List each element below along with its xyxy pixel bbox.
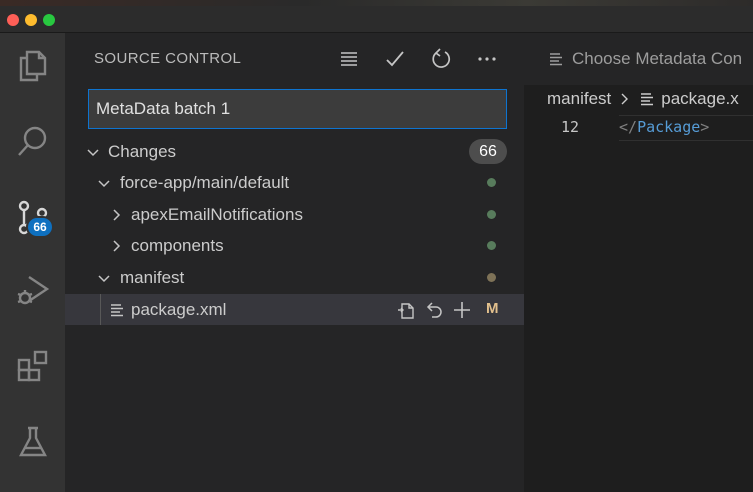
minimize-window-button[interactable] xyxy=(25,14,37,26)
tree-item-label: manifest xyxy=(120,267,185,287)
tree-item-force-app[interactable]: force-app/main/default xyxy=(65,167,524,198)
changes-count-badge: 66 xyxy=(469,139,507,164)
breadcrumb: manifest package.x xyxy=(524,85,753,113)
status-dot xyxy=(487,178,496,187)
run-debug-icon xyxy=(17,276,49,305)
tree-item-label: force-app/main/default xyxy=(120,172,290,192)
stage-changes-icon xyxy=(454,302,470,318)
chevron-right-icon xyxy=(621,93,629,105)
source-control-badge: 66 xyxy=(26,216,54,238)
refresh-icon xyxy=(432,48,451,68)
modified-status: M xyxy=(486,300,499,317)
code-line[interactable]: 12 </Package> xyxy=(524,115,753,141)
breadcrumb-item-manifest[interactable]: manifest xyxy=(547,89,611,109)
tab-bar: Choose Metadata Con xyxy=(524,33,753,85)
activity-run-debug[interactable] xyxy=(0,259,65,321)
sidebar-header: SOURCE CONTROL xyxy=(65,33,524,83)
activity-extensions[interactable] xyxy=(0,335,65,397)
tree-item-label: components xyxy=(131,235,224,255)
status-dot xyxy=(487,241,496,250)
chevron-down-icon xyxy=(98,274,110,282)
commit-button[interactable] xyxy=(381,45,409,73)
editor-area: Choose Metadata Con manifest package.x 1… xyxy=(524,33,753,492)
title-bar xyxy=(0,0,753,33)
discard-changes-icon xyxy=(426,302,442,318)
changes-label: Changes xyxy=(108,141,177,161)
chevron-right-icon xyxy=(113,239,121,252)
chevron-right-icon xyxy=(113,208,121,221)
tab-label: Choose Metadata Con xyxy=(572,49,743,68)
sidebar-title: SOURCE CONTROL xyxy=(94,50,242,67)
chevron-down-icon xyxy=(98,179,110,187)
activity-bar: 66 xyxy=(0,33,65,492)
breadcrumb-item-package-xml[interactable]: package.x xyxy=(661,89,739,109)
line-number: 12 xyxy=(561,118,580,136)
search-icon xyxy=(17,126,46,156)
code-text: </Package> xyxy=(619,118,710,136)
view-as-list-icon xyxy=(341,52,357,66)
activity-explorer[interactable] xyxy=(0,35,65,97)
indent-guide xyxy=(100,294,101,325)
activity-testing[interactable] xyxy=(0,411,65,473)
open-file-icon xyxy=(398,303,414,319)
refresh-button[interactable] xyxy=(427,45,455,73)
file-lines-icon xyxy=(111,303,123,316)
file-lines-icon xyxy=(550,53,562,66)
more-icon xyxy=(478,57,496,61)
discard-changes-button[interactable] xyxy=(422,298,446,322)
tree-item-apex-email-notifications[interactable]: apexEmailNotifications xyxy=(65,199,524,230)
commit-check-icon xyxy=(386,51,404,67)
source-control-sidebar: SOURCE CONTROL Changes 66 xyxy=(65,33,524,492)
stage-changes-button[interactable] xyxy=(450,298,474,322)
tree-item-package-xml[interactable]: package.xml M xyxy=(65,294,524,325)
tab-choose-metadata[interactable]: Choose Metadata Con xyxy=(524,33,753,85)
view-as-list-button[interactable] xyxy=(335,45,363,73)
extensions-icon xyxy=(17,350,47,382)
tree-item-label: package.xml xyxy=(131,299,227,319)
changes-group[interactable]: Changes 66 xyxy=(65,136,524,167)
maximize-window-button[interactable] xyxy=(43,14,55,26)
files-icon xyxy=(19,50,46,82)
more-actions-button[interactable] xyxy=(473,45,501,73)
tree-item-components[interactable]: components xyxy=(65,230,524,261)
activity-search[interactable] xyxy=(0,111,65,173)
commit-message-input[interactable] xyxy=(88,89,507,129)
file-lines-icon xyxy=(641,93,654,106)
open-file-button[interactable] xyxy=(394,298,418,322)
tree-item-manifest[interactable]: manifest xyxy=(65,262,524,293)
status-dot xyxy=(487,273,496,282)
flask-icon xyxy=(18,426,47,457)
close-window-button[interactable] xyxy=(7,14,19,26)
status-dot xyxy=(487,210,496,219)
tree-item-label: apexEmailNotifications xyxy=(131,204,303,224)
chevron-down-icon xyxy=(87,148,99,156)
